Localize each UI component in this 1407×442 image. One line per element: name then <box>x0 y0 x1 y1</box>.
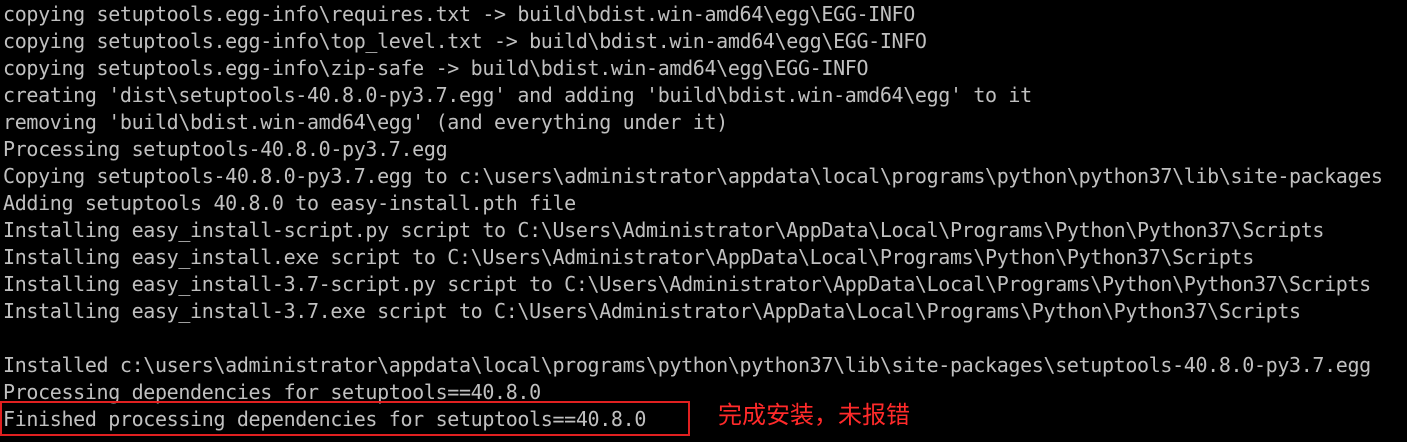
console-line: removing 'build\bdist.win-amd64\egg' (an… <box>3 110 728 134</box>
console-line: Installing easy_install.exe script to C:… <box>3 245 1254 269</box>
console-line: Installing easy_install-3.7.exe script t… <box>3 299 1301 323</box>
console-line: copying setuptools.egg-info\requires.txt… <box>3 2 915 26</box>
annotation-text: 完成安装，未报错 <box>718 401 910 429</box>
console-line: Installing easy_install-script.py script… <box>3 218 1325 242</box>
console-line: Installed c:\users\administrator\appdata… <box>3 353 1371 377</box>
console-line: creating 'dist\setuptools-40.8.0-py3.7.e… <box>3 83 1032 107</box>
console-line: copying setuptools.egg-info\top_level.tx… <box>3 29 927 53</box>
console-line: Adding setuptools 40.8.0 to easy-install… <box>3 191 576 215</box>
console-line: Processing setuptools-40.8.0-py3.7.egg <box>3 137 448 161</box>
console-line: Copying setuptools-40.8.0-py3.7.egg to c… <box>3 164 1383 188</box>
console-output[interactable]: copying setuptools.egg-info\requires.txt… <box>3 1 1407 442</box>
console-line: copying setuptools.egg-info\zip-safe -> … <box>3 56 869 80</box>
highlight-box <box>0 401 690 436</box>
console-line: Installing easy_install-3.7-script.py sc… <box>3 272 1371 296</box>
